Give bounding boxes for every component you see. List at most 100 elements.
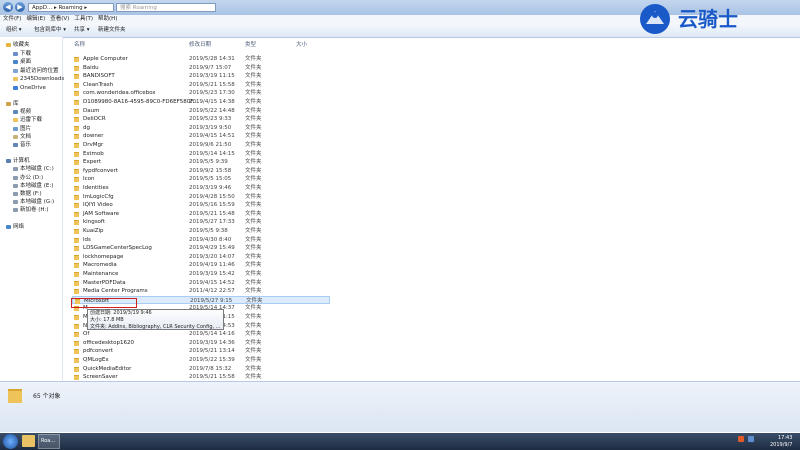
- drive-icon: [13, 191, 18, 196]
- sogou-ime-icon[interactable]: [738, 436, 744, 442]
- file-row[interactable]: JAM Software 2019/5/21 15:48 文件夹: [72, 210, 330, 219]
- file-row[interactable]: pdfconvert 2019/5/21 13:14 文件夹: [72, 347, 330, 356]
- file-row[interactable]: D1089980-8A16-4595-89C0-FD6EF580F... 2019…: [72, 98, 330, 107]
- file-row[interactable]: Expert 2019/5/5 9:39 文件夹: [72, 158, 330, 167]
- menu-file[interactable]: 文件(F): [3, 15, 21, 23]
- sidebar-item[interactable]: 最近访问的位置: [13, 67, 59, 75]
- include-in-library-button[interactable]: 包含到库中 ▾: [34, 26, 66, 34]
- sidebar-item-label: 库: [13, 101, 19, 107]
- sidebar-item[interactable]: 本地磁盘 (G:): [13, 198, 54, 206]
- column-size-header[interactable]: 大小: [296, 40, 307, 48]
- search-input[interactable]: 搜索 Roaming: [116, 3, 216, 12]
- file-row[interactable]: Icon 2019/5/5 15:05 文件夹: [72, 175, 330, 184]
- sidebar-item[interactable]: 本地磁盘 (E:): [13, 182, 53, 190]
- column-name-header[interactable]: 名称: [74, 40, 85, 48]
- pictures-icon: [13, 126, 18, 131]
- file-row[interactable]: DeliOCR 2019/5/23 9:33 文件夹: [72, 115, 330, 124]
- file-row[interactable]: lds 2019/4/30 8:40 文件夹: [72, 236, 330, 245]
- share-button[interactable]: 共享 ▾: [74, 26, 90, 34]
- taskbar-window-button[interactable]: Roa...: [38, 434, 60, 449]
- sidebar-item[interactable]: 办公 (D:): [13, 174, 43, 182]
- folder-icon: [74, 323, 79, 329]
- organize-button[interactable]: 组织 ▾: [6, 26, 22, 34]
- file-row[interactable]: Macromedia 2019/4/19 11:46 文件夹: [72, 261, 330, 270]
- back-button[interactable]: ◀: [3, 2, 13, 12]
- sidebar-item[interactable]: 视频: [13, 108, 31, 116]
- file-type: 文件夹: [245, 202, 262, 209]
- forward-button[interactable]: ▶: [15, 2, 25, 12]
- file-type: 文件夹: [245, 339, 262, 346]
- column-date-header[interactable]: 修改日期: [189, 40, 211, 48]
- sidebar-item[interactable]: 收藏夹: [6, 41, 30, 49]
- menu-help[interactable]: 帮助(H): [98, 15, 117, 23]
- file-row[interactable]: lockhomepage 2019/3/20 14:07 文件夹: [72, 253, 330, 262]
- file-row[interactable]: LDSGameCenterSpecLog 2019/4/29 15:49 文件夹: [72, 244, 330, 253]
- file-row[interactable]: CleanTrash 2019/5/21 15:58 文件夹: [72, 81, 330, 90]
- file-date: 2019/3/19 9:46: [189, 185, 232, 191]
- file-row[interactable]: BANDISOFT 2019/3/19 11:15 文件夹: [72, 72, 330, 81]
- clock-time[interactable]: 17:43: [778, 435, 792, 441]
- file-date: 2019/4/15 14:51: [189, 133, 235, 140]
- file-type: 文件夹: [245, 279, 262, 286]
- file-row[interactable]: officedesktop1620 2019/3/19 14:36 文件夹: [72, 339, 330, 348]
- video-icon: [13, 109, 18, 114]
- explorer-taskbar-icon[interactable]: [22, 435, 35, 447]
- clock-date[interactable]: 2019/9/7: [770, 442, 792, 448]
- file-row[interactable]: fypdfconvert 2019/9/2 15:58 文件夹: [72, 167, 330, 176]
- file-row[interactable]: Apple Computer 2019/5/28 14:31 文件夹: [72, 55, 330, 64]
- start-button[interactable]: [3, 434, 18, 449]
- column-type-header[interactable]: 类型: [245, 40, 256, 48]
- file-row[interactable]: ImLogicCfg 2019/4/28 15:50 文件夹: [72, 193, 330, 202]
- address-bar[interactable]: AppD... ▸ Roaming ▸: [28, 3, 114, 12]
- file-row[interactable]: KuaiZip 2019/5/5 9:38 文件夹: [72, 227, 330, 236]
- folder-icon: [74, 280, 79, 286]
- file-row[interactable]: QuickMediaEditor 2019/7/8 15:32 文件夹: [72, 365, 330, 374]
- sidebar-item[interactable]: 文档: [13, 133, 31, 141]
- sidebar-item[interactable]: 迅雷下载: [13, 116, 42, 124]
- folder-icon: [74, 203, 79, 209]
- file-row[interactable]: Daum 2019/5/22 14:48 文件夹: [72, 107, 330, 116]
- file-row[interactable]: Estmob 2019/5/14 14:15 文件夹: [72, 150, 330, 159]
- file-row[interactable]: DrvMgr 2019/9/6 21:50 文件夹: [72, 141, 330, 150]
- sidebar-item[interactable]: 库: [6, 100, 19, 108]
- item-count: 65 个对象: [33, 393, 61, 400]
- sidebar-item[interactable]: 桌面: [13, 58, 31, 66]
- sidebar-item[interactable]: 下载: [13, 50, 31, 58]
- file-row[interactable]: Identities 2019/3/19 9:46 文件夹: [72, 184, 330, 193]
- file-name: DeliOCR: [83, 116, 106, 123]
- file-type: 文件夹: [245, 228, 262, 234]
- navigation-pane: 收藏夹 下载 桌面 最近访问的位置 2345Downloads OneDrive 库视频 迅雷…: [0, 37, 64, 381]
- file-row[interactable]: downer 2019/4/15 14:51 文件夹: [72, 132, 330, 141]
- sidebar-item[interactable]: 网络: [6, 223, 24, 231]
- file-row[interactable]: kingsoft 2019/5/27 17:33 文件夹: [72, 218, 330, 227]
- sidebar-item[interactable]: 图片: [13, 125, 31, 133]
- folder-icon: [74, 340, 79, 346]
- file-row[interactable]: Of 2019/5/14 14:16 文件夹: [72, 330, 330, 339]
- file-row[interactable]: MasterPDFData 2019/4/15 14:52 文件夹: [72, 279, 330, 288]
- file-row[interactable]: Baidu 2019/9/7 15:07 文件夹: [72, 64, 330, 73]
- star-icon: [6, 42, 11, 47]
- folder-icon: [74, 194, 79, 200]
- file-row[interactable]: dg 2019/3/19 9:50 文件夹: [72, 124, 330, 133]
- sidebar-item[interactable]: 本地磁盘 (C:): [13, 165, 54, 173]
- file-row[interactable]: com.wonderidea.officebox 2019/5/23 17:30 文…: [72, 89, 330, 98]
- file-row[interactable]: Media Center Programs 2011/4/12 22:57 文件夹: [72, 287, 330, 296]
- sidebar-item[interactable]: 计算机: [6, 157, 30, 165]
- new-folder-button[interactable]: 新建文件夹: [98, 26, 126, 34]
- sidebar-item[interactable]: OneDrive: [13, 84, 46, 92]
- sidebar-item[interactable]: 2345Downloads: [13, 75, 64, 83]
- file-row[interactable]: QMLogEx 2019/5/22 15:39 文件夹: [72, 356, 330, 365]
- menu-tools[interactable]: 工具(T): [74, 15, 93, 23]
- file-row[interactable]: IQIYI Video 2019/5/16 15:59 文件夹: [72, 201, 330, 210]
- sidebar-item[interactable]: 音乐: [13, 141, 31, 149]
- sidebar-item[interactable]: 新加卷 (H:): [13, 206, 49, 214]
- menu-view[interactable]: 查看(V): [50, 15, 69, 23]
- tooltip-contents: 文件夹: AddIns, Bibliography, CLR Security …: [90, 324, 221, 330]
- file-type: 文件夹: [245, 357, 262, 363]
- network-tray-icon[interactable]: [748, 436, 754, 442]
- file-row[interactable]: Maintenance 2019/3/19 15:42 文件夹: [72, 270, 330, 279]
- folder-icon: [74, 151, 79, 157]
- menu-edit[interactable]: 编辑(E): [26, 15, 45, 23]
- sidebar-item[interactable]: 数据 (F:): [13, 190, 42, 198]
- folder-icon: [74, 117, 79, 123]
